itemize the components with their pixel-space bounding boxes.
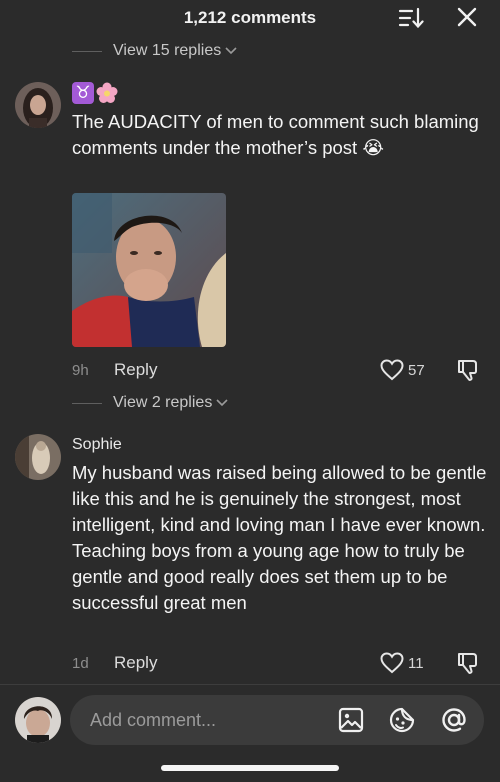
sort-button[interactable] bbox=[398, 6, 424, 30]
like-button[interactable]: 57 bbox=[380, 358, 425, 382]
emoji-button[interactable] bbox=[388, 706, 416, 734]
like-count: 11 bbox=[408, 654, 424, 672]
close-icon bbox=[457, 7, 477, 27]
replies-divider-line bbox=[72, 402, 102, 404]
thumbs-down-icon bbox=[458, 360, 477, 381]
image-button[interactable] bbox=[337, 706, 365, 734]
view-replies-button[interactable]: View 15 replies bbox=[72, 40, 237, 62]
comment-photo[interactable] bbox=[72, 193, 226, 347]
view-replies-label: View 2 replies bbox=[113, 394, 213, 411]
composer-divider bbox=[0, 684, 500, 685]
home-indicator bbox=[161, 765, 339, 771]
mention-button[interactable] bbox=[440, 706, 468, 734]
comment-text: My husband was raised being allowed to b… bbox=[72, 462, 487, 613]
comments-header: 1,212 comments bbox=[0, 0, 500, 36]
mention-icon bbox=[442, 708, 466, 732]
dislike-button[interactable] bbox=[456, 651, 482, 680]
heart-icon bbox=[380, 652, 404, 674]
blossom-icon bbox=[96, 82, 118, 104]
comment-input-box[interactable] bbox=[70, 695, 484, 745]
like-count: 57 bbox=[408, 361, 425, 379]
chevron-down-icon bbox=[216, 399, 228, 407]
dislike-button[interactable] bbox=[456, 358, 482, 387]
reply-button[interactable]: Reply bbox=[114, 360, 157, 380]
view-replies-button[interactable]: View 2 replies bbox=[72, 392, 228, 414]
heart-icon bbox=[380, 359, 404, 381]
thumbs-down-icon bbox=[458, 653, 477, 674]
comment-text: The AUDACITY of men to comment such blam… bbox=[72, 111, 479, 158]
current-user-avatar[interactable] bbox=[15, 697, 61, 743]
taurus-badge: ♉ bbox=[72, 82, 94, 104]
like-button[interactable]: 11 bbox=[380, 651, 424, 675]
commenter-avatar[interactable] bbox=[15, 434, 61, 480]
reply-button[interactable]: Reply bbox=[114, 653, 157, 673]
emoji-icon bbox=[389, 707, 415, 733]
replies-divider-line bbox=[72, 50, 102, 52]
comment-meta-row: 9h Reply 57 bbox=[72, 358, 484, 382]
comment-timestamp: 1d bbox=[72, 654, 89, 672]
username-emojis[interactable]: ♉ bbox=[72, 82, 118, 104]
comment-timestamp: 9h bbox=[72, 361, 89, 379]
view-replies-label: View 15 replies bbox=[113, 42, 222, 59]
comment-meta-row: 1d Reply 11 bbox=[72, 651, 484, 675]
close-button[interactable] bbox=[454, 6, 480, 30]
commenter-avatar[interactable] bbox=[15, 82, 61, 128]
comments-count-title: 1,212 comments bbox=[183, 8, 317, 27]
sort-icon bbox=[398, 7, 424, 29]
image-icon bbox=[338, 707, 364, 733]
add-comment-input[interactable] bbox=[90, 707, 320, 733]
chevron-down-icon bbox=[225, 47, 237, 55]
comment-username[interactable]: Sophie bbox=[72, 436, 122, 454]
